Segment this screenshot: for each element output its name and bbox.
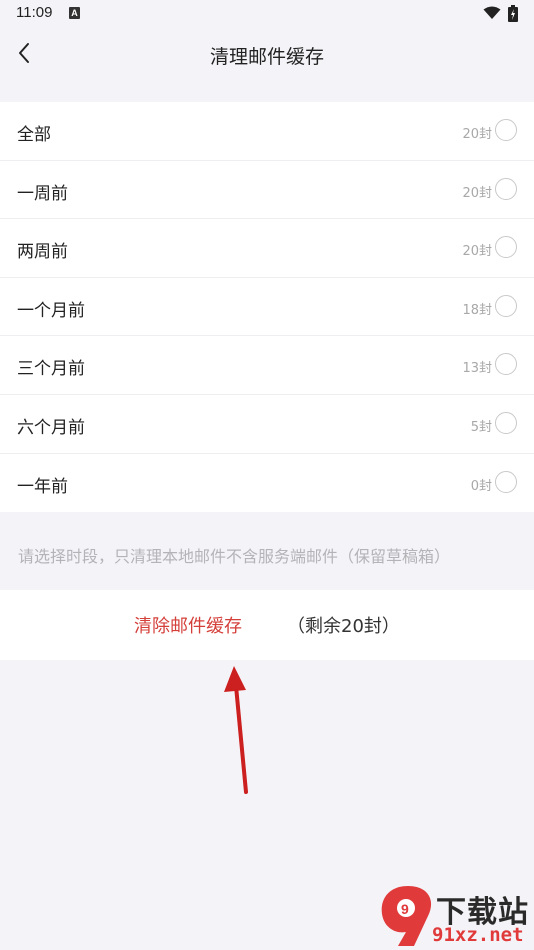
option-radio[interactable]: [495, 236, 517, 259]
watermark-url: 91xz.net: [432, 924, 524, 946]
watermark-logo-text: 9: [401, 901, 409, 917]
option-row-one-week[interactable]: 一周前 20封: [0, 161, 534, 220]
page-title: 清理邮件缓存: [209, 46, 324, 68]
option-row-one-month[interactable]: 一个月前 18封: [0, 278, 534, 337]
option-count: 13封: [462, 361, 492, 377]
hint-text: 请选择时段，只清理本地邮件不含服务端邮件（保留草稿箱）: [18, 547, 451, 566]
notification-icon: A: [69, 7, 80, 19]
option-count: 20封: [462, 127, 492, 142]
option-count: 20封: [462, 244, 492, 260]
status-time: 11:09: [16, 4, 53, 21]
option-radio[interactable]: [495, 353, 517, 376]
option-row-three-months[interactable]: 三个月前 13封: [0, 336, 534, 395]
remaining-count: （剩余20封）: [287, 616, 400, 637]
option-row-six-months[interactable]: 六个月前 5封: [0, 395, 534, 454]
option-label: 一年前: [17, 476, 68, 497]
action-bar: 清除邮件缓存 （剩余20封）: [0, 590, 534, 660]
navigation-bar: 清理邮件缓存: [0, 28, 534, 84]
clear-cache-button[interactable]: 清除邮件缓存: [134, 612, 242, 638]
option-row-all[interactable]: 全部 20封: [0, 102, 534, 161]
annotation-arrow-icon: [224, 666, 248, 794]
option-count: 20封: [462, 185, 492, 201]
option-label: 一个月前: [17, 300, 85, 321]
wifi-icon: [483, 6, 501, 19]
option-label: 三个月前: [17, 359, 85, 380]
option-radio[interactable]: [495, 119, 517, 141]
option-row-two-weeks[interactable]: 两周前 20封: [0, 219, 534, 278]
watermark-logo-icon: 9: [381, 886, 432, 946]
option-label: 一周前: [17, 183, 68, 204]
option-radio[interactable]: [495, 411, 517, 434]
option-label: 六个月前: [17, 417, 85, 438]
status-bar: 11:09 A: [0, 0, 534, 28]
option-label: 两周前: [17, 242, 68, 263]
option-radio[interactable]: [495, 177, 517, 200]
battery-icon: [508, 5, 518, 22]
option-radio[interactable]: [495, 470, 517, 493]
option-count: 5封: [470, 419, 492, 435]
option-radio[interactable]: [495, 294, 517, 317]
option-label: 全部: [17, 125, 51, 145]
option-count: 18封: [462, 302, 492, 318]
option-count: 0封: [470, 478, 492, 494]
option-row-one-year[interactable]: 一年前 0封: [0, 454, 534, 513]
time-range-list: 全部 20封 一周前 20封 两周前 20封 一个月前 18封 三个月前 13封…: [0, 102, 534, 513]
